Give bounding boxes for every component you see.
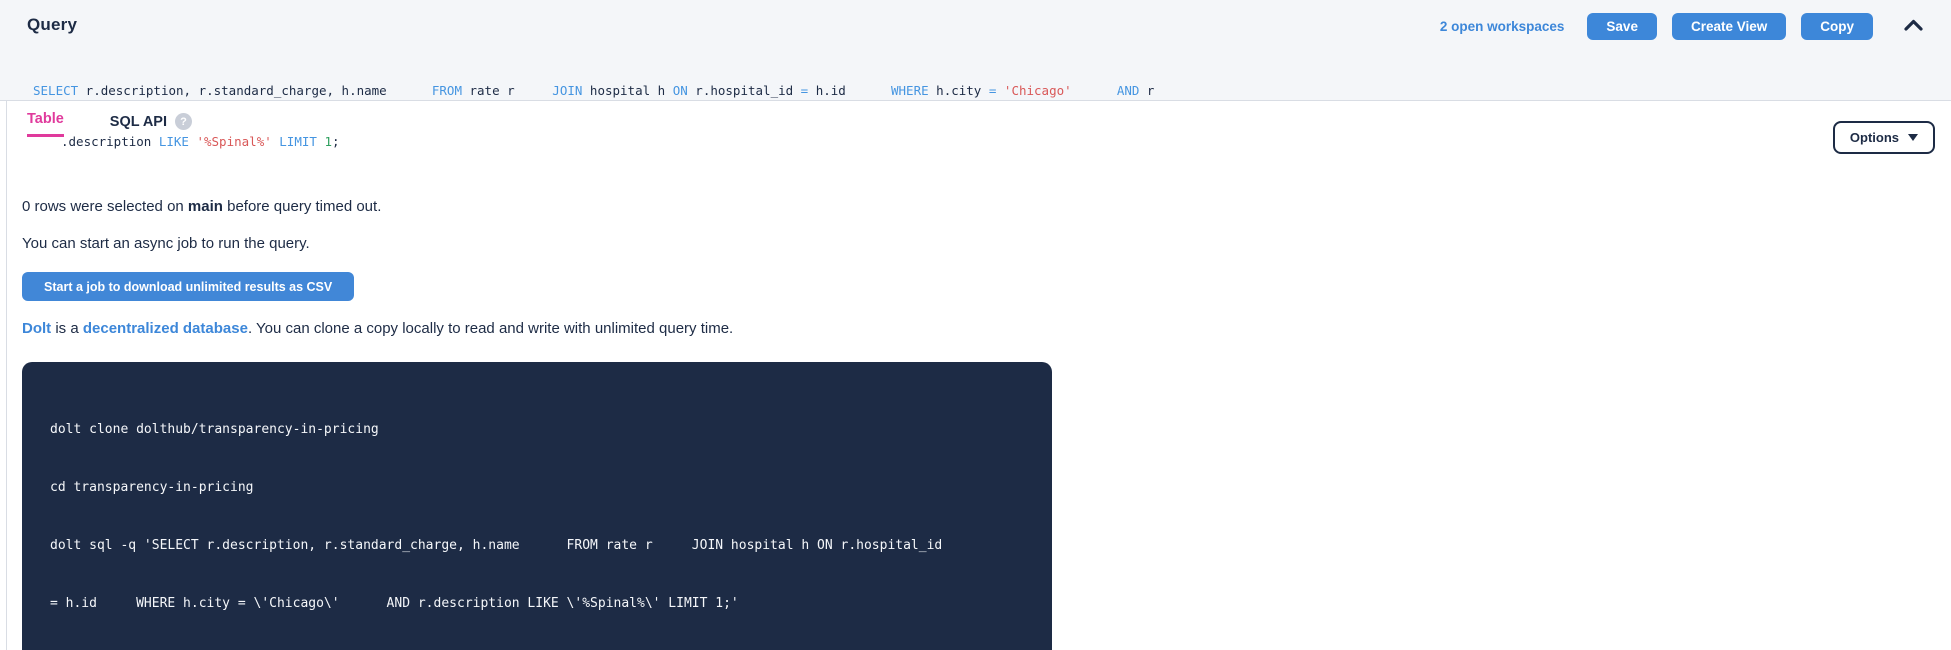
sql-line-2: .description LIKE '%Spinal%' LIMIT 1; [61, 134, 340, 149]
decentralized-database-link[interactable]: decentralized database [83, 320, 248, 337]
copy-button[interactable]: Copy [1801, 13, 1873, 40]
save-button[interactable]: Save [1587, 13, 1657, 40]
query-header: Query SELECT r.description, r.standard_c… [0, 0, 1951, 149]
code-line: = h.id WHERE h.city = \'Chicago\' AND r.… [50, 596, 739, 611]
code-line: dolt clone dolthub/transparency-in-prici… [50, 422, 379, 437]
timeout-message-suffix: before query timed out. [222, 198, 382, 215]
chevron-down-icon [1908, 134, 1918, 141]
collapse-query-button[interactable] [1900, 16, 1927, 38]
start-csv-job-button[interactable]: Start a job to download unlimited result… [22, 272, 355, 301]
options-dropdown-button[interactable]: Options [1832, 121, 1935, 154]
options-label: Options [1849, 130, 1899, 145]
timeout-message-prefix: 0 rows were selected on [22, 198, 188, 215]
dolt-hint-suffix: . You can clone a copy locally to read a… [247, 320, 734, 337]
code-line: dolt sql -q 'SELECT r.description, r.sta… [50, 538, 943, 553]
dolt-clone-code-block: dolt clone dolthub/transparency-in-prici… [22, 362, 1052, 650]
timeout-message: 0 rows were selected on main before quer… [22, 197, 1929, 217]
chevron-up-icon [1904, 19, 1923, 34]
branch-name: main [187, 198, 223, 215]
results-content: 0 rows were selected on main before quer… [0, 197, 1951, 650]
sql-line-1: SELECT r.description, r.standard_charge,… [33, 83, 1155, 98]
async-job-hint: You can start an async job to run the qu… [22, 235, 310, 252]
header-controls: 2 open workspaces Save Create View Copy [1440, 13, 1927, 40]
code-line: cd transparency-in-pricing [50, 480, 254, 495]
sql-query-editor[interactable]: SELECT r.description, r.standard_charge,… [27, 48, 1929, 184]
dolt-hint-mid: is a [51, 320, 83, 337]
create-view-button[interactable]: Create View [1671, 13, 1787, 40]
dolt-link[interactable]: Dolt [22, 320, 51, 337]
dolt-clone-hint: Dolt is a decentralized database. You ca… [22, 320, 1929, 337]
open-workspaces-link[interactable]: 2 open workspaces [1440, 19, 1565, 34]
